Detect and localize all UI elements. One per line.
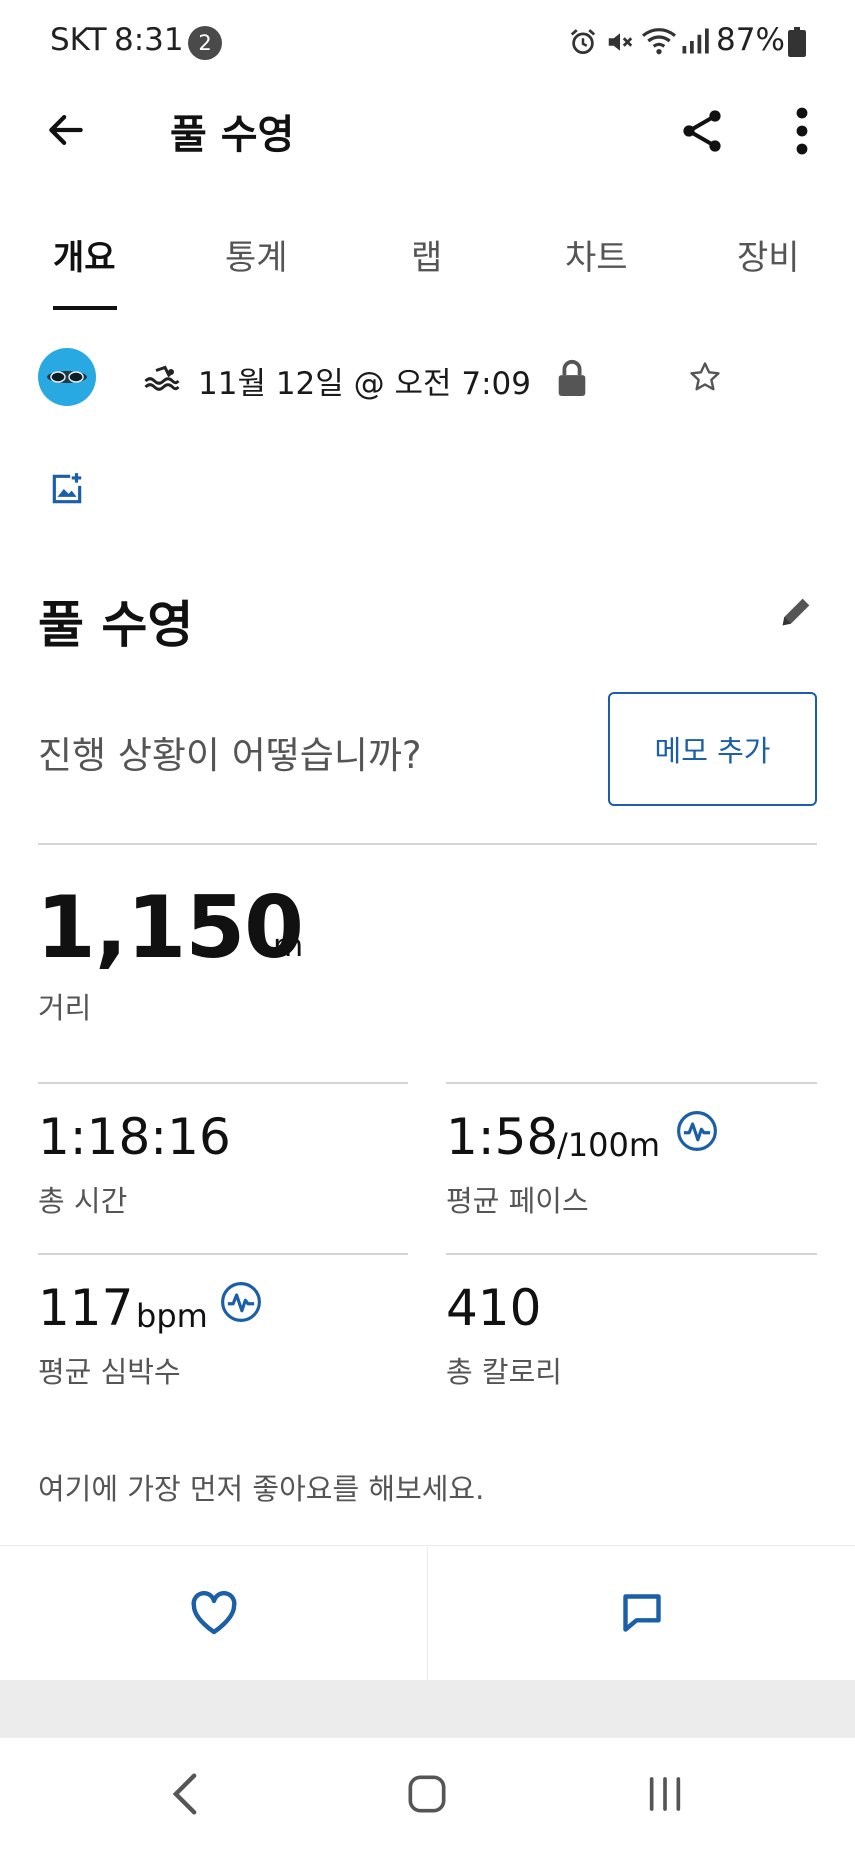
pace-analysis-icon[interactable] [676, 1110, 718, 1152]
distance-label: 거리 [38, 991, 92, 1025]
wifi-icon [640, 25, 678, 57]
signal-icon [680, 27, 710, 55]
tab-charts[interactable]: 차트 [565, 230, 628, 279]
notification-count-badge: 2 [188, 26, 222, 60]
edit-pencil-icon[interactable] [776, 592, 816, 632]
nav-back-icon[interactable] [150, 1764, 220, 1824]
like-button[interactable] [0, 1545, 427, 1680]
kudos-prompt: 여기에 가장 먼저 좋아요를 해보세요. [38, 1472, 485, 1506]
more-vert-icon[interactable] [780, 100, 824, 162]
heart-rate-analysis-icon[interactable] [220, 1281, 262, 1323]
distance-value: 1,150 [36, 878, 304, 978]
swim-activity-icon [144, 364, 180, 392]
page-title: 풀 수영 [170, 112, 295, 158]
activity-title: 풀 수영 [38, 596, 194, 654]
tab-stats[interactable]: 통계 [225, 230, 288, 279]
activity-date: 11월 12일 @ 오전 7:09 [198, 366, 532, 402]
mute-icon [605, 27, 635, 57]
tab-overview[interactable]: 개요 [53, 230, 116, 279]
total-time-value: 1:18:16 [38, 1108, 231, 1166]
avg-pace-label: 평균 페이스 [446, 1184, 589, 1218]
avatar[interactable] [38, 348, 96, 406]
battery-icon [788, 27, 806, 57]
calories-value: 410 [446, 1279, 542, 1337]
stat-divider [446, 1253, 817, 1255]
clock: 8:31 [114, 22, 184, 58]
avg-pace-value: 1:58 [446, 1108, 559, 1166]
tab-laps[interactable]: 랩 [411, 230, 442, 279]
note-prompt: 진행 상황이 어떻습니까? [38, 734, 422, 777]
comment-icon [620, 1591, 664, 1635]
battery-percent: 87% [716, 22, 785, 58]
stat-divider [38, 1082, 408, 1084]
back-arrow-icon[interactable] [36, 100, 96, 160]
heart-icon [190, 1590, 238, 1635]
calories-label: 총 칼로리 [446, 1355, 562, 1389]
avg-pace-unit: /100m [557, 1126, 661, 1164]
next-section-strip [0, 1680, 855, 1738]
carrier-label: SKT [50, 22, 107, 58]
distance-unit: m [273, 928, 304, 964]
avg-heart-rate-label: 평균 심박수 [38, 1355, 181, 1389]
tab-gear[interactable]: 장비 [737, 230, 800, 279]
avg-heart-rate-value: 117 [38, 1279, 134, 1337]
comment-button[interactable] [428, 1545, 855, 1680]
share-icon[interactable] [672, 100, 734, 162]
star-icon[interactable] [688, 360, 722, 394]
add-photo-icon[interactable] [48, 470, 86, 508]
active-tab-indicator [53, 306, 117, 310]
status-bar: SKT 8:31 2 87% [0, 0, 855, 84]
total-time-label: 총 시간 [38, 1184, 128, 1218]
stat-divider [446, 1082, 817, 1084]
add-note-button[interactable]: 메모 추가 [608, 692, 817, 806]
nav-recents-icon[interactable] [630, 1764, 700, 1824]
lock-icon[interactable] [556, 358, 588, 396]
nav-home-icon[interactable] [392, 1764, 462, 1824]
section-divider [38, 843, 817, 845]
alarm-icon [568, 27, 598, 57]
stat-divider [38, 1253, 408, 1255]
avg-heart-rate-unit: bpm [136, 1297, 208, 1335]
